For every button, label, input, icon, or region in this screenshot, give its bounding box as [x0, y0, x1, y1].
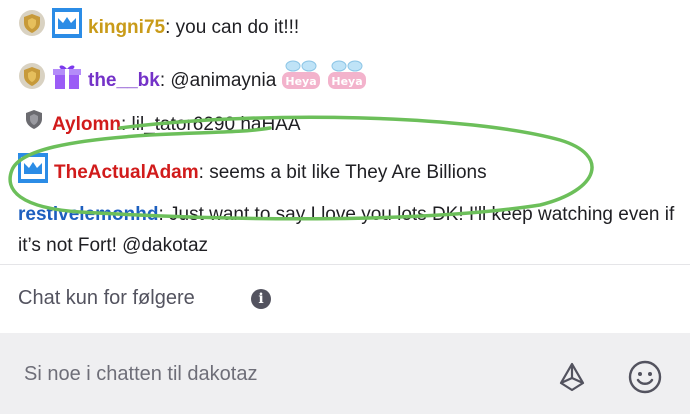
chat-message: restivelemonhd: Just want to say I love …	[18, 199, 682, 261]
chat-username[interactable]: Aylomn	[52, 114, 121, 135]
info-icon[interactable]: i	[251, 289, 271, 309]
chat-username[interactable]: the__bk	[88, 70, 160, 91]
chat-message: kingni75: you can do it!!!	[18, 8, 682, 48]
crown-badge-icon	[52, 8, 82, 48]
emote-picker-icon[interactable]	[627, 359, 663, 395]
shield-badge-icon	[18, 62, 46, 100]
chat-message-text: you can do it!!!	[170, 17, 300, 39]
heya-emote-icon[interactable]: Heya	[326, 59, 368, 103]
svg-text:Heya: Heya	[286, 75, 317, 88]
chat-log: kingni75: you can do it!!! the__bk: @ani…	[0, 0, 690, 264]
followers-only-label: Chat kun for følgere	[18, 287, 195, 309]
svg-text:Heya: Heya	[332, 75, 363, 88]
crown-badge-icon	[18, 153, 48, 193]
chat-message-text: lil_tator6290 haHAA	[126, 114, 301, 136]
chat-input[interactable]: Si noe i chatten til dakotaz	[24, 363, 257, 386]
shield-badge-icon	[18, 9, 46, 47]
chat-input-area[interactable]: Si noe i chatten til dakotaz	[0, 333, 690, 414]
chat-message: Aylomn: lil_tator6290 haHAA	[18, 108, 682, 142]
chat-message-text: seems a bit like They Are Billions	[203, 162, 487, 184]
chat-username[interactable]: kingni75	[88, 17, 165, 38]
heya-emote-icon[interactable]: Heya	[280, 59, 322, 103]
chat-message-text: @animaynia	[165, 70, 277, 92]
chat-username[interactable]: TheActualAdam	[54, 162, 199, 183]
bits-icon[interactable]	[556, 361, 588, 393]
followers-only-notice: Chat kun for følgere i	[0, 265, 690, 333]
gift-badge-icon	[52, 61, 82, 101]
chat-username[interactable]: restivelemonhd	[18, 204, 158, 225]
chat-message: the__bk: @animaynia Heya Heya	[18, 59, 682, 103]
chat-message: TheActualAdam: seems a bit like They Are…	[18, 153, 682, 193]
shield-badge-icon	[22, 108, 46, 142]
